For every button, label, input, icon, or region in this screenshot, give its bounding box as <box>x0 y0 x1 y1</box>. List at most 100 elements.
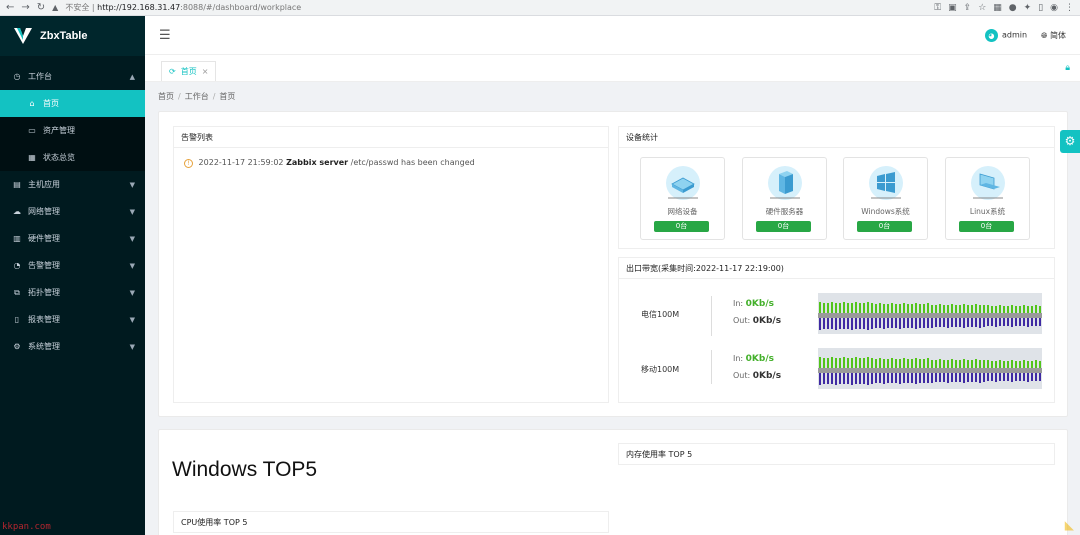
inbound-bar <box>895 304 897 313</box>
outbound-bar <box>1003 318 1005 326</box>
outbound-bar <box>839 318 841 329</box>
outbound-bar <box>967 318 969 327</box>
user-menu[interactable]: ◕ admin <box>984 29 1027 42</box>
extension-icon[interactable]: ▦ <box>993 3 1002 13</box>
sidebar-item-network[interactable]: ☁ 网络管理 ▼ <box>0 198 145 225</box>
alert-message: /etc/passwd has been changed <box>350 158 475 167</box>
inbound-bar <box>847 303 849 313</box>
device-card-linux[interactable]: Linux系统 0台 <box>945 157 1030 240</box>
device-stats-panel: 设备统计 网络设备 0台 硬件服务器 0台 Windows系统 0台 Linux… <box>618 126 1055 249</box>
sidebar-item-assets[interactable]: ▭ 资产管理 <box>0 117 145 144</box>
outbound-bar <box>907 373 909 383</box>
inbound-bar <box>911 304 913 313</box>
inbound-bar <box>1019 306 1021 313</box>
sidepanel-icon[interactable]: ▯ <box>1038 3 1043 13</box>
sidebar-item-home[interactable]: ⌂ 首页 <box>0 90 145 117</box>
chevron-down-icon: ▼ <box>129 180 135 189</box>
outbound-bar <box>983 373 985 382</box>
sidebar-item-system[interactable]: ⚙ 系统管理 ▼ <box>0 333 145 360</box>
inbound-bar <box>831 302 833 313</box>
address-bar[interactable]: 不安全 | http://192.168.31.47:8088/#/dashbo… <box>65 2 927 13</box>
inbound-bar <box>983 360 985 368</box>
refresh-icon[interactable]: ⟳ <box>169 67 176 76</box>
outbound-bar <box>859 373 861 384</box>
forward-icon[interactable]: → <box>21 0 29 16</box>
outbound-bar <box>835 318 837 330</box>
report-icon: ▯ <box>14 315 20 324</box>
inbound-bar <box>955 305 957 313</box>
alert-item[interactable]: ! 2022-11-17 21:59:02 Zabbix server /etc… <box>184 158 475 168</box>
inbound-bar <box>939 359 941 368</box>
outbound-bar <box>1019 373 1021 381</box>
outbound-bar <box>987 373 989 381</box>
outbound-bar <box>891 373 893 383</box>
sidebar-item-reports[interactable]: ▯ 报表管理 ▼ <box>0 306 145 333</box>
settings-drawer-button[interactable]: ⚙ <box>1060 130 1080 153</box>
lock-icon[interactable]: 🔒︎ <box>1065 63 1070 73</box>
back-icon[interactable]: ← <box>6 0 14 16</box>
sidebar: ZbxTable ◷ 工作台 ▲ ⌂ 首页 ▭ 资产管理 ▦ 状态总览 ▤ 主机… <box>0 16 145 535</box>
menu-fold-icon[interactable]: ☰ <box>159 28 171 43</box>
outbound-bar <box>1039 373 1041 381</box>
outbound-bar <box>843 318 845 329</box>
app-logo[interactable]: ZbxTable <box>0 16 145 56</box>
inbound-bar <box>1035 305 1037 313</box>
inbound-bar <box>895 359 897 368</box>
inbound-bar <box>935 305 937 313</box>
outbound-bar <box>939 318 941 327</box>
memory-top-title: 内存使用率 TOP 5 <box>626 450 693 459</box>
sidebar-item-topology[interactable]: ⧉ 拓扑管理 ▼ <box>0 279 145 306</box>
host-icon: ▤ <box>13 180 21 189</box>
device-card-server[interactable]: 硬件服务器 0台 <box>742 157 827 240</box>
star-icon[interactable]: ☆ <box>978 3 986 13</box>
out-label: Out: <box>733 316 751 325</box>
inbound-bar <box>875 359 877 368</box>
sidebar-item-label: 工作台 <box>28 72 52 81</box>
outbound-bar <box>1023 318 1025 326</box>
device-card-network[interactable]: 网络设备 0台 <box>640 157 725 240</box>
outbound-bar <box>1015 373 1017 381</box>
breadcrumb: 首页 / 工作台 / 首页 <box>158 92 236 101</box>
key-icon[interactable]: ⚿ <box>934 3 941 13</box>
outbound-bar <box>975 318 977 327</box>
account-icon[interactable]: ◉ <box>1050 3 1058 13</box>
inbound-bar <box>871 358 873 368</box>
inbound-bar <box>907 359 909 368</box>
device-name: 网络设备 <box>667 207 698 216</box>
outbound-bar <box>935 373 937 382</box>
close-icon[interactable]: × <box>202 67 209 76</box>
menu-icon[interactable]: ⋮ <box>1065 3 1074 13</box>
sidebar-item-hardware[interactable]: ▥ 硬件管理 ▼ <box>0 225 145 252</box>
breadcrumb-item[interactable]: 首页 <box>158 92 174 101</box>
sidebar-item-host-apps[interactable]: ▤ 主机应用 ▼ <box>0 171 145 198</box>
inbound-bar <box>999 305 1001 313</box>
tab-home[interactable]: ⟳ 首页 × <box>161 61 217 81</box>
outbound-bar <box>823 318 825 329</box>
inbound-bar <box>987 360 989 368</box>
reload-icon[interactable]: ↻ <box>37 0 45 16</box>
breadcrumb-item[interactable]: 工作台 <box>185 92 209 101</box>
sidebar-item-label: 系统管理 <box>28 342 60 351</box>
chevron-down-icon: ▼ <box>129 342 135 351</box>
inbound-bar <box>959 360 961 368</box>
windows-top-card: 内存使用率 TOP 5 CPU使用率 TOP 5 <box>158 429 1068 535</box>
device-card-windows[interactable]: Windows系统 0台 <box>843 157 928 240</box>
grid-icon: ▦ <box>28 153 36 162</box>
sidebar-item-label: 首页 <box>43 99 59 108</box>
puzzle-icon[interactable]: ✦ <box>1024 3 1032 13</box>
profile-icon[interactable]: ● <box>1009 3 1017 13</box>
image-icon[interactable]: ▣ <box>948 3 957 13</box>
inbound-bar <box>1011 305 1013 313</box>
inbound-bar <box>1039 361 1041 368</box>
share-icon[interactable]: ⇪ <box>964 3 972 13</box>
inbound-bar <box>995 306 997 313</box>
outbound-bar <box>903 318 905 328</box>
outbound-bar <box>831 373 833 384</box>
language-switch[interactable]: 🌐︎ 简体 <box>1041 30 1066 41</box>
inbound-bar <box>899 359 901 368</box>
sidebar-item-workbench[interactable]: ◷ 工作台 ▲ <box>0 63 145 90</box>
outbound-bar <box>907 318 909 328</box>
outbound-value: 0Kb/s <box>752 371 782 381</box>
sidebar-item-alarms[interactable]: ◔ 告警管理 ▼ <box>0 252 145 279</box>
sidebar-item-overview[interactable]: ▦ 状态总览 <box>0 144 145 171</box>
